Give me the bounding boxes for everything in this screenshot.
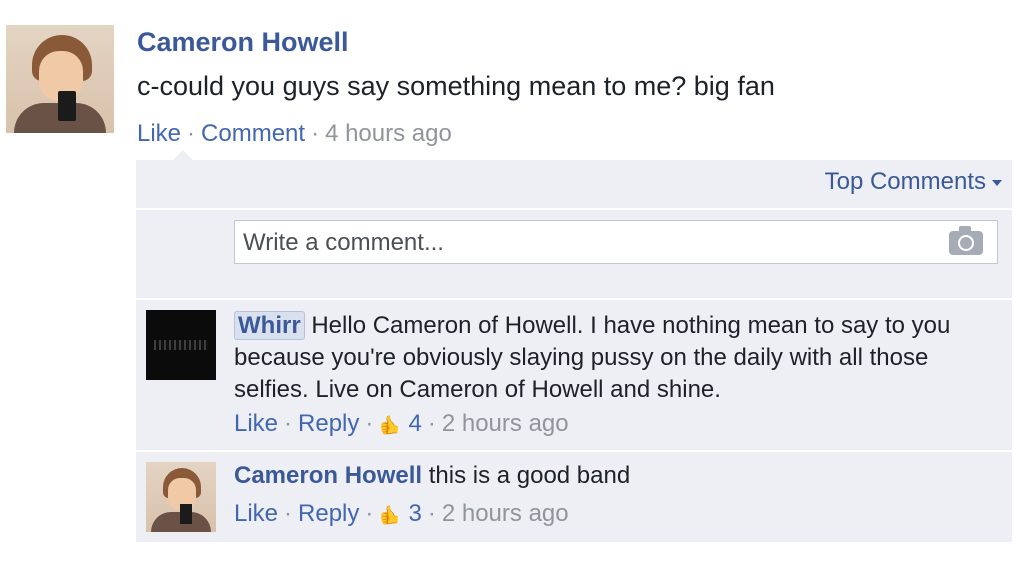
divider (136, 450, 1012, 452)
post-timestamp[interactable]: 4 hours ago (325, 120, 452, 147)
comment-avatar-whirr[interactable] (146, 310, 216, 380)
separator: · (311, 120, 320, 147)
comment-timestamp[interactable]: 2 hours ago (442, 410, 569, 437)
comment-like-link[interactable]: Like (234, 410, 278, 437)
comment-actions: Like · Reply · 👍 3 · 2 hours ago (234, 500, 569, 528)
comment-author[interactable]: Cameron Howell (234, 462, 422, 489)
thumbs-up-icon: 👍 (379, 505, 402, 525)
separator: · (284, 500, 293, 527)
comment-like-link[interactable]: Like (234, 500, 278, 527)
comment-author[interactable]: Whirr (234, 311, 305, 340)
comment-input[interactable] (235, 221, 945, 265)
comment-text: this is a good band (428, 462, 631, 489)
camera-icon[interactable] (949, 226, 983, 255)
separator: · (284, 410, 293, 437)
like-count[interactable]: 4 (408, 410, 421, 437)
comment-reply-link[interactable]: Reply (298, 410, 359, 437)
separator: · (365, 410, 374, 437)
post-text: c-could you guys say something mean to m… (137, 71, 775, 101)
post-like-link[interactable]: Like (137, 120, 181, 147)
top-comments-label: Top Comments (824, 168, 986, 195)
comments-panel: Top Comments Whirr Hello Cameron of Howe… (136, 160, 1012, 542)
top-comments-dropdown[interactable]: Top Comments (825, 168, 1002, 196)
comment-body: Cameron Howell this is a good band (234, 460, 994, 492)
chevron-down-icon (992, 179, 1002, 186)
thumbs-up-icon: 👍 (379, 415, 402, 435)
comment-reply-link[interactable]: Reply (298, 500, 359, 527)
comment-timestamp[interactable]: 2 hours ago (442, 500, 569, 527)
post-actions: Like · Comment · 4 hours ago (137, 120, 452, 148)
divider (136, 208, 1012, 210)
comment-body: Whirr Hello Cameron of Howell. I have no… (234, 310, 994, 406)
separator: · (187, 120, 196, 147)
post-avatar[interactable] (6, 25, 114, 133)
separator: · (427, 500, 436, 527)
post-author[interactable]: Cameron Howell (137, 27, 349, 58)
comment-composer[interactable] (234, 220, 998, 265)
comment-text: Hello Cameron of Howell. I have nothing … (234, 312, 951, 403)
comment-avatar-cameron[interactable] (146, 462, 216, 532)
separator: · (365, 500, 374, 527)
post-comment-link[interactable]: Comment (201, 120, 305, 147)
like-count[interactable]: 3 (408, 500, 421, 527)
comment-actions: Like · Reply · 👍 4 · 2 hours ago (234, 410, 569, 438)
divider (136, 298, 1012, 300)
separator: · (427, 410, 436, 437)
